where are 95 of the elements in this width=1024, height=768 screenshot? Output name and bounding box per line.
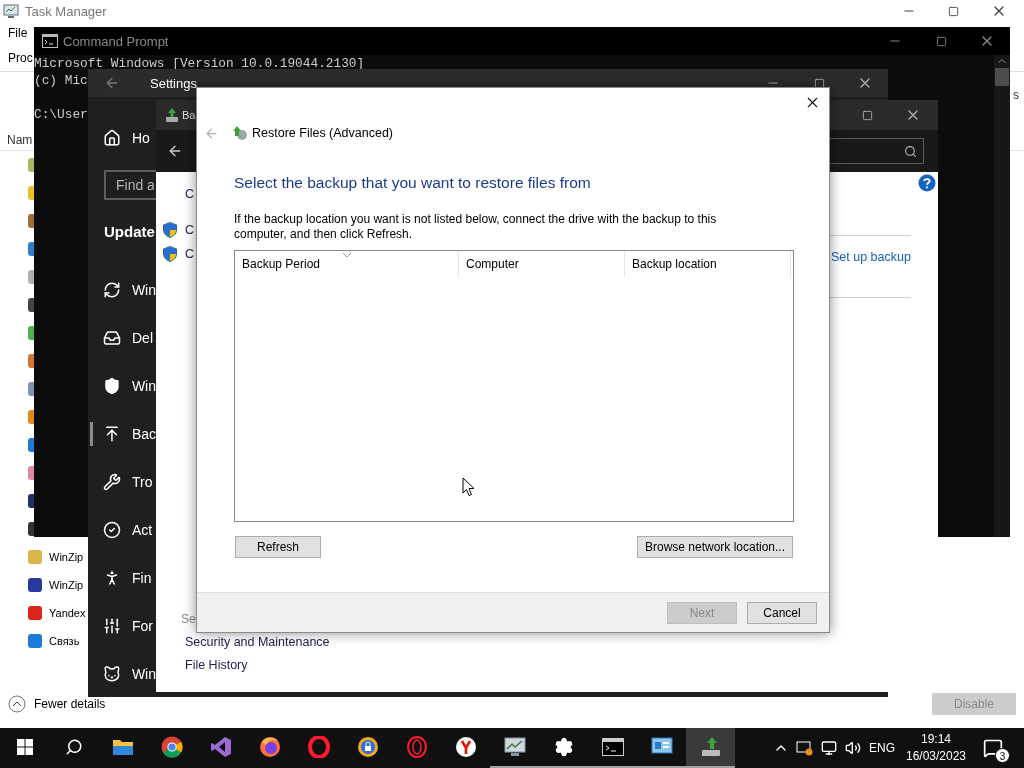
settings-icon — [553, 737, 574, 757]
ring-icon — [405, 736, 428, 758]
process-name: WinZip — [49, 551, 84, 563]
column-header: s — [1013, 88, 1019, 102]
section-label: Se — [181, 611, 196, 626]
shield-icon — [103, 377, 121, 395]
clock-button[interactable]: 19:14 16/03/2023 — [899, 728, 973, 768]
collapse-icon — [8, 695, 26, 713]
home-icon — [103, 129, 121, 147]
maximize-icon — [948, 5, 959, 17]
maximize-icon — [935, 35, 947, 47]
browse-button[interactable]: Browse network location... — [637, 536, 793, 558]
refresh-icon — [103, 281, 121, 299]
notifications-button[interactable]: 3 — [973, 728, 1013, 768]
tab[interactable]: Proc — [8, 50, 33, 65]
sliders-icon — [103, 617, 121, 635]
cat-icon — [103, 665, 121, 683]
section-heading: Update — [104, 222, 155, 240]
fork-logo-icon — [454, 736, 477, 758]
window-chart-icon — [650, 737, 673, 757]
column-header[interactable]: Backup Period — [235, 251, 459, 277]
process-name: Yandex — [49, 607, 86, 619]
language-button[interactable]: ENG — [865, 728, 899, 768]
shield-icon — [163, 246, 177, 262]
monitor-chart-icon — [503, 737, 526, 757]
sidebar-link[interactable]: C — [185, 247, 195, 261]
column-header[interactable]: Computer — [459, 251, 625, 277]
tricolor-circle-icon — [160, 736, 183, 758]
windows-logo-icon — [16, 739, 33, 755]
nav-item[interactable]: Fin — [88, 554, 156, 602]
notification-icon — [983, 738, 1003, 758]
nav-item[interactable]: Ho — [88, 118, 156, 158]
clock-date: 16/03/2023 — [905, 748, 967, 765]
notification-count: 3 — [995, 748, 1010, 763]
window-title: Command Prompt — [63, 33, 169, 49]
cursor-icon — [462, 477, 475, 497]
dialog-title: Restore Files (Advanced) — [252, 126, 394, 140]
column-header[interactable]: Nam — [7, 132, 33, 147]
drive-arrow-icon — [164, 107, 180, 123]
maximize-icon — [813, 77, 825, 89]
see-also-link[interactable]: File History — [185, 657, 248, 672]
setup-link[interactable]: Set up backup — [831, 250, 938, 266]
nav-item[interactable]: Win — [88, 362, 156, 410]
taskbar-button[interactable] — [686, 728, 735, 768]
help-icon[interactable] — [918, 174, 936, 192]
search-icon — [904, 144, 917, 158]
column-header[interactable]: Backup location — [625, 251, 791, 277]
drive-arrow-icon — [699, 736, 722, 758]
search-field[interactable] — [830, 138, 924, 164]
instructions-text: If the backup location you want is not listed below, connect the drive with the backup to this computer, and then click Refresh. — [234, 212, 718, 242]
process-name: Связь — [49, 635, 80, 647]
sidebar-link[interactable]: C — [185, 223, 195, 237]
terminal-icon — [601, 738, 624, 756]
nav-item[interactable]: Bac — [88, 410, 156, 458]
monitor-chart-icon — [3, 3, 19, 19]
volume-icon — [845, 740, 861, 756]
folder-icon — [111, 738, 134, 756]
dialog-heading: Select the backup that you want to restore files from — [234, 173, 592, 193]
tray-icon — [103, 329, 121, 347]
maximize-icon — [861, 109, 873, 121]
menu-item[interactable]: File — [8, 26, 28, 40]
process-name: WinZip — [49, 579, 84, 591]
scroll-thumb[interactable] — [995, 68, 1009, 86]
terminal-icon — [42, 34, 58, 48]
nav-item[interactable]: Act — [88, 506, 156, 554]
window-title: Ba — [182, 109, 196, 121]
sidebar-link[interactable]: C — [185, 187, 195, 201]
console-line: C:\User — [34, 106, 88, 123]
nav-item[interactable]: Win — [88, 266, 156, 314]
sort-caret-icon — [342, 252, 352, 258]
cancel-button[interactable]: Cancel — [747, 601, 817, 624]
upload-icon — [103, 425, 121, 443]
ribbon-icon — [209, 736, 232, 758]
scrollbar[interactable] — [994, 55, 1010, 537]
see-also-link[interactable]: Security and Maintenance — [185, 634, 330, 649]
clock-time: 19:14 — [921, 731, 951, 748]
lock-circle-icon — [356, 736, 379, 758]
search-icon — [64, 738, 83, 756]
screen-alert-icon — [796, 740, 814, 756]
nav-item[interactable]: For — [88, 602, 156, 650]
globe-icon — [258, 736, 281, 758]
nav-item[interactable]: Tro — [88, 458, 156, 506]
ring-icon — [307, 736, 330, 758]
check-circle-icon — [103, 521, 121, 539]
back-icon[interactable] — [167, 143, 183, 159]
network-icon — [821, 740, 837, 756]
console-line: Microsoft Windows [Version 10.0.19044.2130] — [34, 55, 365, 72]
window-title: Settings — [150, 75, 197, 91]
refresh-button[interactable]: Refresh — [235, 536, 321, 558]
console-line: (c) Mic — [34, 72, 88, 89]
wrench-icon — [103, 473, 121, 491]
drive-arrow-icon — [232, 125, 248, 141]
window-title: Task Manager — [25, 3, 107, 19]
shield-icon — [163, 222, 177, 238]
nav-item[interactable]: Del — [88, 314, 156, 362]
